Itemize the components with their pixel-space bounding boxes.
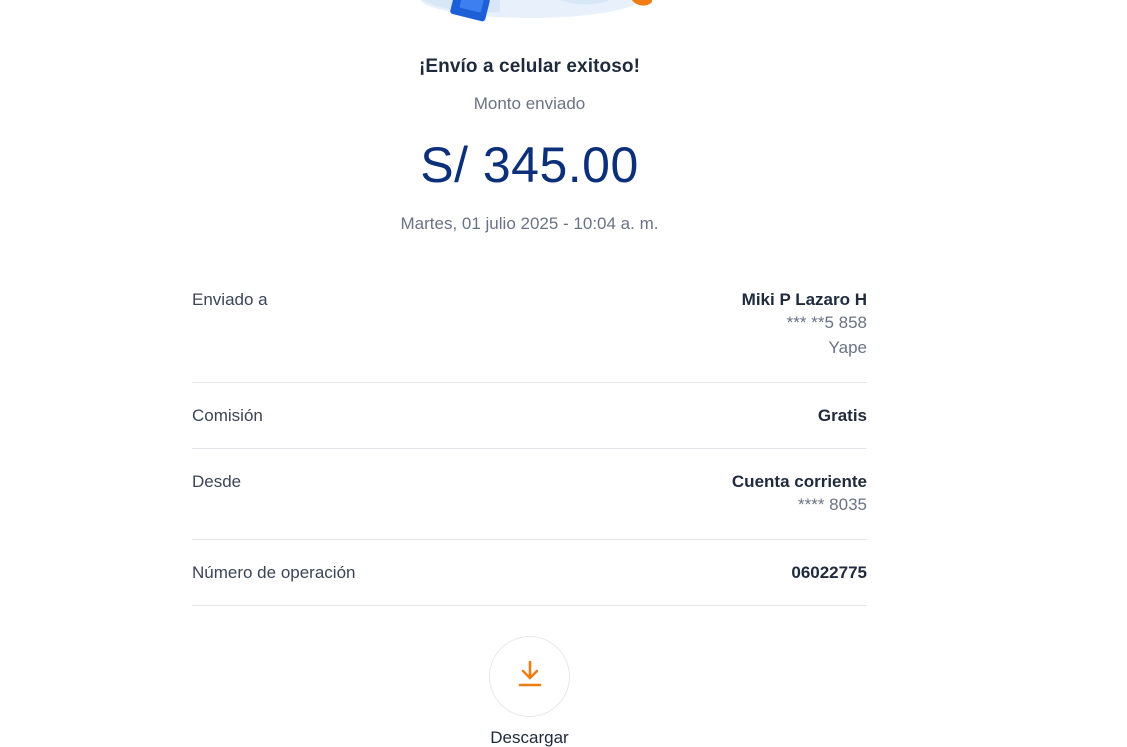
recipient-value: Miki P Lazaro H *** **5 858 Yape (742, 282, 867, 360)
source-account-number: **** 8035 (797, 495, 867, 514)
commission-value: Gratis (818, 383, 867, 426)
transaction-datetime: Martes, 01 julio 2025 - 10:04 a. m. (400, 214, 659, 233)
source-account-type: Cuenta corriente (731, 472, 867, 491)
operation-value: 06022775 (791, 540, 867, 583)
recipient-label: Enviado a (192, 290, 268, 309)
detail-row-operation: Número de operación 06022775 (192, 540, 867, 606)
source-label: Desde (192, 472, 242, 491)
detail-row-recipient: Enviado a Miki P Lazaro H *** **5 858 Ya… (192, 282, 867, 383)
recipient-app: Yape (828, 338, 867, 357)
source-value: Cuenta corriente **** 8035 (732, 449, 867, 517)
recipient-name: Miki P Lazaro H (741, 290, 867, 309)
download-label[interactable]: Descargar (449, 728, 610, 747)
sent-amount: S/ 345.00 (420, 137, 639, 193)
amount-caption: Monto enviado (473, 94, 586, 113)
commission-amount: Gratis (817, 406, 867, 425)
recipient-phone: *** **5 858 (786, 313, 867, 332)
success-illustration (410, 0, 670, 26)
detail-row-commission: Comisión Gratis (192, 383, 867, 449)
success-title: ¡Envío a celular exitoso! (418, 56, 641, 77)
transfer-receipt: ¡Envío a celular exitoso! Monto enviado … (0, 0, 1127, 747)
operation-number: 06022775 (791, 563, 867, 582)
transaction-details: Enviado a Miki P Lazaro H *** **5 858 Ya… (192, 282, 867, 606)
download-icon (518, 660, 542, 693)
operation-label: Número de operación (192, 563, 356, 582)
detail-row-source: Desde Cuenta corriente **** 8035 (192, 449, 867, 540)
commission-label: Comisión (192, 406, 263, 425)
download-button[interactable] (489, 636, 570, 717)
